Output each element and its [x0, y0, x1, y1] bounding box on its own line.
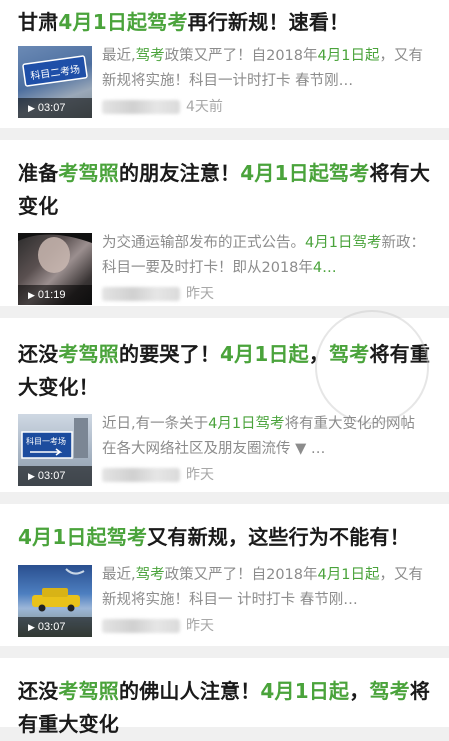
highlighted-keyword: 考驾照 — [58, 342, 120, 366]
video-thumbnail[interactable]: ▶ 01:19 — [18, 233, 92, 305]
text-segment: 最近, — [102, 567, 136, 583]
text-segment: 为交通运输部发布的正式公告。 — [102, 235, 305, 251]
highlighted-keyword: 考驾照 — [58, 161, 120, 185]
highlighted-keyword: 驾考 — [135, 567, 165, 583]
play-icon: ▶ — [28, 103, 35, 113]
play-icon: ▶ — [28, 290, 35, 300]
text-segment: 近日,有一条关于 — [102, 416, 209, 432]
text-segment: 准备 — [18, 161, 59, 185]
duration-text: 03:07 — [37, 470, 66, 482]
article-card[interactable]: 还没考驾照的佛山人注意！4月1日起，驾考将有重大变化 — [0, 658, 449, 736]
highlighted-keyword: 4月1日起驾考 — [18, 525, 148, 549]
play-icon: ▶ — [28, 471, 35, 481]
article-title[interactable]: 4月1日起驾考又有新规，这些行为不能有！ — [18, 504, 431, 554]
publish-time: 昨天 — [186, 286, 214, 302]
text-segment: 的要哭了！ — [119, 342, 221, 366]
highlighted-keyword: 4月1日起 — [317, 48, 380, 64]
duration-text: 01:19 — [37, 289, 66, 301]
text-segment: 再行新规！速看！ — [187, 10, 350, 34]
text-segment: 还没 — [18, 679, 59, 703]
text-segment: 政策又严了！自2018年 — [164, 567, 318, 583]
video-thumbnail[interactable]: 科目二考场 ▶ 03:07 — [18, 46, 92, 118]
publish-time: 昨天 — [186, 618, 214, 634]
text-segment: 的朋友注意！ — [119, 161, 241, 185]
highlighted-keyword: 4月1日起 — [317, 567, 380, 583]
article-snippet: 为交通运输部发布的正式公告。4月1日驾考新政：科目一要及时打卡！即从2018年4… — [102, 231, 431, 281]
article-card[interactable]: 还没考驾照的要哭了！4月1日起，驾考将有重大变化！ 科目一考场 ▶ 03:07 近… — [0, 310, 449, 492]
video-duration: ▶ 01:19 — [18, 285, 92, 305]
highlighted-keyword: 考驾照 — [58, 679, 120, 703]
text-segment: ， — [349, 679, 370, 703]
play-icon: ▶ — [28, 622, 35, 632]
article-snippet: 近日,有一条关于4月1日驾考将有重大变化的网帖 在各大网络社区及朋友圈流传 ▼ … — [102, 412, 431, 462]
highlighted-keyword: 驾考 — [329, 342, 370, 366]
driver-illustration — [18, 233, 92, 273]
text-segment: 还没 — [18, 342, 59, 366]
highlighted-keyword: 4月1日起驾考 — [240, 161, 370, 185]
blurred-author — [102, 287, 180, 301]
article-snippet: 最近,驾考政策又严了！自2018年4月1日起，又有新规将实施！科目一 计时打卡 … — [102, 563, 431, 613]
article-card[interactable]: 准备考驾照的朋友注意！4月1日起驾考将有大变化 ▶ 01:19 为交通运输部发布的… — [0, 140, 449, 306]
text-segment: ， — [308, 342, 330, 366]
highlighted-keyword: 驾考 — [135, 48, 165, 64]
video-duration: ▶ 03:07 — [18, 617, 92, 637]
text-segment: 的佛山人注意！ — [119, 679, 261, 703]
video-duration: ▶ 03:07 — [18, 98, 92, 118]
article-meta: 昨天 — [102, 283, 214, 305]
article-title[interactable]: 准备考驾照的朋友注意！4月1日起驾考将有大变化 — [18, 140, 431, 223]
video-thumbnail[interactable]: 科目一考场 ▶ 03:07 — [18, 414, 92, 486]
text-segment: 最近, — [102, 48, 136, 64]
car-illustration — [32, 568, 85, 612]
article-snippet: 最近,驾考政策又严了！自2018年4月1日起，又有新规将实施！科目一计时打卡 春… — [102, 44, 431, 94]
blurred-author — [102, 468, 180, 482]
article-meta: 昨天 — [102, 464, 214, 486]
road-sign-illustration: 科目一考场 — [21, 418, 88, 459]
text-segment: 政策又严了！自2018年 — [164, 48, 318, 64]
road-sign-illustration: 科目二考场 — [22, 55, 88, 87]
highlighted-keyword: 4月1日起 — [260, 679, 350, 703]
publish-time: 昨天 — [186, 467, 214, 483]
article-card[interactable]: 甘肃4月1日起驾考再行新规！速看！ 科目二考场 ▶ 03:07 最近,驾考政策又严… — [0, 0, 449, 128]
article-title[interactable]: 还没考驾照的佛山人注意！4月1日起，驾考将有重大变化 — [18, 658, 431, 741]
video-thumbnail[interactable]: ▶ 03:07 — [18, 565, 92, 637]
video-duration: ▶ 03:07 — [18, 466, 92, 486]
article-title[interactable]: 还没考驾照的要哭了！4月1日起，驾考将有重大变化！ — [18, 318, 431, 404]
article-card[interactable]: 4月1日起驾考又有新规，这些行为不能有！ ▶ 03:07 最近,驾考政策又严了！自… — [0, 504, 449, 646]
sign-text: 科目一考场 — [26, 436, 66, 446]
text-segment: 又有新规，这些行为不能有！ — [147, 525, 410, 549]
blurred-author — [102, 619, 180, 633]
duration-text: 03:07 — [37, 621, 66, 633]
text-segment: 甘肃 — [18, 10, 59, 34]
duration-text: 03:07 — [37, 102, 66, 114]
highlighted-keyword: 4月1日驾考 — [208, 416, 285, 432]
highlighted-keyword: 驾考 — [369, 679, 410, 703]
highlighted-keyword: 4月1日起驾考 — [58, 10, 188, 34]
publish-time: 4天前 — [186, 99, 223, 115]
article-meta: 昨天 — [102, 615, 214, 637]
article-meta: 4天前 — [102, 96, 223, 118]
highlighted-keyword: 4月1日起 — [220, 342, 309, 366]
article-title[interactable]: 甘肃4月1日起驾考再行新规！速看！ — [18, 0, 431, 39]
blurred-author — [102, 100, 180, 114]
highlighted-keyword: 4月1日驾考 — [305, 235, 382, 251]
highlighted-keyword: 4… — [312, 260, 337, 276]
